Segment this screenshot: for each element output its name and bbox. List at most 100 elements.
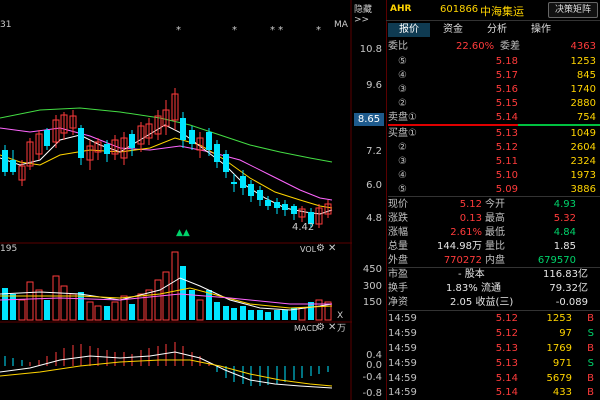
volume-unit: X万 bbox=[337, 311, 347, 334]
quote-row-change: 涨跌 0.13 最高 5.32 bbox=[388, 211, 600, 226]
tab-quote[interactable]: 报价 bbox=[388, 23, 430, 37]
sell-volume: 1740 bbox=[570, 84, 596, 95]
tick-row: 14:59 5.12 97 S bbox=[388, 326, 600, 341]
buy-row-3[interactable]: ③ 5.11 2324 bbox=[388, 154, 600, 169]
tick-flag: B bbox=[587, 343, 594, 354]
buy-price: 5.11 bbox=[495, 156, 518, 167]
quote-label: 内盘 bbox=[485, 255, 505, 266]
buy-row-1[interactable]: 买盘① 5.13 1049 bbox=[388, 126, 600, 141]
tick-price: 5.12 bbox=[495, 328, 518, 339]
buy-price: 5.12 bbox=[495, 142, 518, 153]
quote-label: 外盘 bbox=[388, 255, 408, 266]
finance-mid: 2.05 收益(三) bbox=[450, 297, 514, 308]
tick-row: 14:59 5.13 971 S bbox=[388, 356, 600, 371]
tick-volume: 97 bbox=[559, 328, 572, 339]
sell-price: 5.18 bbox=[495, 56, 518, 67]
quote-label: 最低 bbox=[485, 227, 505, 238]
tick-price: 5.14 bbox=[495, 387, 518, 398]
tick-flag: B bbox=[587, 313, 594, 324]
arrow-marks: ▲▲ bbox=[176, 228, 190, 238]
buy-row-2[interactable]: ② 5.12 2604 bbox=[388, 140, 600, 155]
quote-label: 现价 bbox=[388, 199, 408, 210]
stock-name: 中海集运 bbox=[480, 5, 524, 18]
volume-close-icon[interactable]: ✕ bbox=[328, 243, 336, 254]
buy-price: 5.13 bbox=[495, 128, 518, 139]
hide-button[interactable]: 隐藏>> bbox=[354, 2, 386, 25]
tick-time: 14:59 bbox=[388, 358, 417, 369]
volume-tick: 150 bbox=[362, 297, 382, 308]
level-label: ④ bbox=[398, 70, 407, 81]
tick-volume: 5679 bbox=[546, 373, 572, 384]
quote-value: 679570 bbox=[537, 255, 576, 266]
quote-value: 5.12 bbox=[459, 199, 482, 210]
tick-volume: 1769 bbox=[546, 343, 572, 354]
webi-value: 22.60% bbox=[456, 41, 495, 52]
macd-bars bbox=[4, 342, 329, 386]
kline-chart-area[interactable]: 31 MA * * * * * 4.42 ▲▲ 195 VOL ⚙ ✕ X万 M… bbox=[0, 0, 352, 400]
level-label: ⑤ bbox=[398, 184, 407, 195]
tab-analysis[interactable]: 分析 bbox=[476, 23, 518, 37]
volume-gear-icon[interactable]: ⚙ bbox=[316, 243, 325, 254]
sell-row-1[interactable]: 卖盘① 5.14 754 bbox=[388, 110, 600, 125]
sell-row-4[interactable]: ④ 5.17 845 bbox=[388, 68, 600, 83]
tick-row: 14:59 5.14 5679 B bbox=[388, 371, 600, 386]
buy-volume: 2324 bbox=[570, 156, 596, 167]
finance-label: 换手 bbox=[388, 283, 408, 294]
volume-label: VOL bbox=[300, 245, 317, 254]
buy-row-4[interactable]: ④ 5.10 1973 bbox=[388, 168, 600, 183]
buy-volume: 1973 bbox=[570, 170, 596, 181]
macd-label: MACD bbox=[294, 324, 318, 333]
sell-row-3[interactable]: ③ 5.16 1740 bbox=[388, 82, 600, 97]
finance-value: -0.089 bbox=[555, 297, 588, 308]
webi-label: 委比 bbox=[388, 41, 408, 52]
sell-volume: 754 bbox=[576, 112, 596, 123]
sell-row-2[interactable]: ② 5.15 2880 bbox=[388, 96, 600, 111]
sell-price: 5.14 bbox=[495, 112, 518, 123]
macd-tick: 0.0 bbox=[366, 360, 382, 371]
decision-matrix-button[interactable]: 决策矩阵 bbox=[548, 2, 598, 18]
volume-tick: 300 bbox=[362, 281, 382, 292]
tab-funds[interactable]: 资金 bbox=[432, 23, 474, 37]
tab-operations[interactable]: 操作 bbox=[520, 23, 562, 37]
finance-row-pe: 市盈 - 股本 116.83亿 bbox=[388, 267, 600, 282]
quote-label: 今开 bbox=[485, 199, 505, 210]
level-label: ③ bbox=[398, 84, 407, 95]
finance-value: 116.83亿 bbox=[543, 269, 588, 280]
macd-close-icon[interactable]: ✕ bbox=[328, 322, 336, 333]
tick-volume: 433 bbox=[552, 387, 572, 398]
tick-time: 14:59 bbox=[388, 313, 417, 324]
price-tick: 10.8 bbox=[359, 44, 382, 55]
ma10-line bbox=[0, 137, 333, 209]
webi-row: 委比 22.60% 委差 4363 bbox=[388, 39, 600, 54]
buy-row-5[interactable]: ⑤ 5.09 3886 bbox=[388, 182, 600, 197]
code-badge: AHR bbox=[390, 4, 412, 14]
macd-gear-icon[interactable]: ⚙ bbox=[316, 322, 325, 333]
macd-tick: -0.8 bbox=[362, 388, 382, 399]
quote-label: 总量 bbox=[388, 241, 408, 252]
quote-row-price: 现价 5.12 今开 4.93 bbox=[388, 197, 600, 212]
tick-flag: B bbox=[587, 387, 594, 398]
quote-value: 5.32 bbox=[553, 213, 576, 224]
tick-volume: 1253 bbox=[546, 313, 572, 324]
price-tick: 4.8 bbox=[366, 213, 382, 224]
weicha-label: 委差 bbox=[500, 41, 520, 52]
sell-price: 5.15 bbox=[495, 98, 518, 109]
buy-label: 买盘① bbox=[388, 128, 417, 139]
tick-row: 14:59 5.13 1769 B bbox=[388, 341, 600, 356]
level-label: ⑤ bbox=[398, 56, 407, 67]
sell-row-5[interactable]: ⑤ 5.18 1253 bbox=[388, 54, 600, 69]
buy-price: 5.10 bbox=[495, 170, 518, 181]
buy-price: 5.09 bbox=[495, 184, 518, 195]
price-tick: 9.6 bbox=[366, 80, 382, 91]
tick-time: 14:59 bbox=[388, 343, 417, 354]
tick-time: 14:59 bbox=[388, 328, 417, 339]
level-label: ④ bbox=[398, 170, 407, 181]
current-price-marker: 8.65 bbox=[354, 113, 384, 126]
quote-row-volume: 总量 144.98万 量比 1.85 bbox=[388, 239, 600, 254]
tick-volume: 971 bbox=[552, 358, 572, 369]
volume-left-label: 195 bbox=[0, 244, 18, 254]
quote-value: 1.85 bbox=[553, 241, 576, 252]
quote-label: 最高 bbox=[485, 213, 505, 224]
quote-label: 涨幅 bbox=[388, 227, 408, 238]
tick-time: 14:59 bbox=[388, 387, 417, 398]
